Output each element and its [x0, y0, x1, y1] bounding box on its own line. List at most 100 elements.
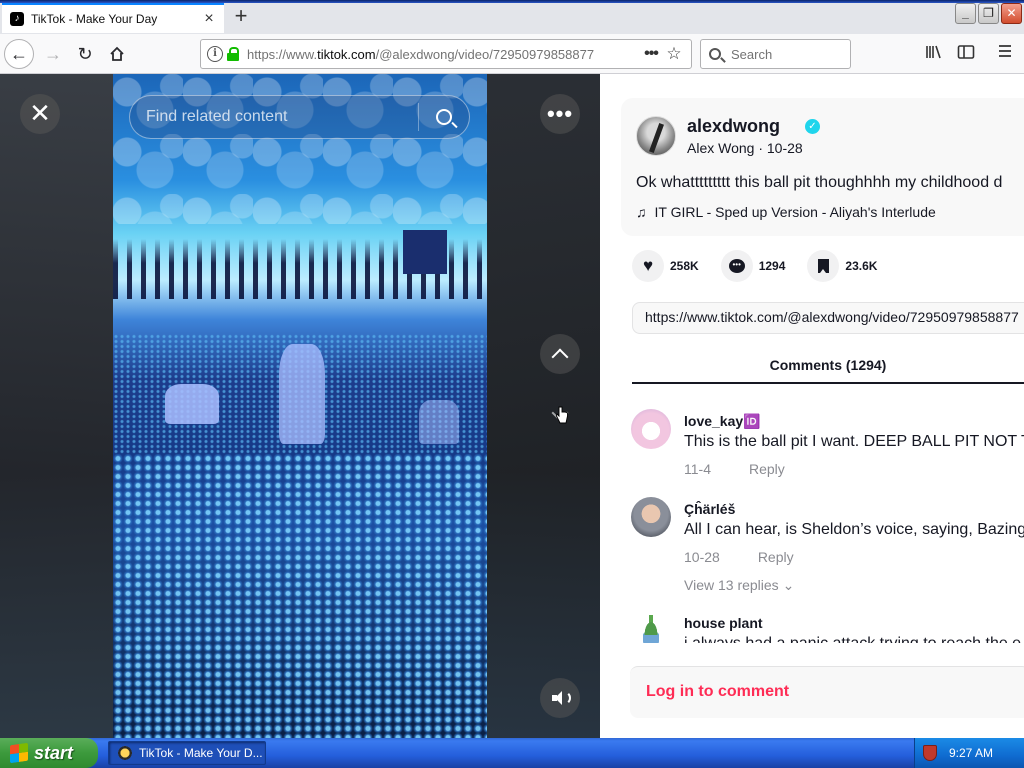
video-pane: ✕ Find related content ••• [0, 74, 600, 738]
comment-list: love_kay🆔 This is the ball pit I want. D… [600, 385, 1024, 643]
comment-text: i always had a panic attack trying to re… [684, 635, 1021, 643]
like-action[interactable]: ♥ 258K [632, 250, 699, 282]
arrow-right-icon: → [44, 43, 62, 64]
bookmark-star-icon[interactable]: ☆ [663, 44, 685, 64]
action-bar: ♥ 258K ••• 1294 23.6K [632, 250, 899, 282]
find-search-button[interactable] [419, 109, 469, 125]
menu-icon[interactable] [995, 44, 1015, 64]
like-count: 258K [670, 259, 699, 273]
search-box[interactable]: Search [700, 39, 851, 69]
comment-meta: 11-4 Reply [684, 461, 785, 477]
browser-navbar: ← → ↻ i https://www.tiktok.com/@alexdwon… [0, 34, 1024, 74]
author-avatar[interactable] [636, 116, 676, 156]
sound-wave-icon [563, 691, 571, 705]
author-username[interactable]: alexdwong [687, 116, 780, 137]
verified-badge-icon: ✓ [805, 119, 820, 134]
comment-button[interactable]: ••• [720, 250, 753, 282]
commenter-name[interactable]: love_kay🆔 [684, 413, 761, 430]
author-nickname-date: Alex Wong · 10-28 [687, 140, 803, 156]
bookmark-icon [817, 259, 829, 273]
back-button[interactable]: ← [4, 39, 34, 69]
reply-button[interactable]: Reply [749, 461, 785, 477]
copy-link-field[interactable]: https://www.tiktok.com/@alexdwong/video/… [632, 302, 1024, 334]
save-button[interactable] [807, 250, 840, 282]
page-actions-icon[interactable]: ••• [639, 45, 663, 63]
save-action[interactable]: 23.6K [807, 250, 877, 282]
volume-button[interactable] [540, 678, 580, 718]
close-video-button[interactable]: ✕ [20, 94, 60, 134]
commenter-name[interactable]: Çĥärléš [684, 501, 735, 517]
video-person [279, 344, 325, 444]
comment-bubble-icon: ••• [728, 259, 745, 273]
library-icon[interactable] [924, 44, 944, 64]
hand-cursor-icon [556, 406, 568, 424]
address-bar[interactable]: i https://www.tiktok.com/@alexdwong/vide… [200, 39, 692, 69]
reply-button[interactable]: Reply [758, 549, 794, 565]
music-link[interactable]: ♫ IT GIRL - Sped up Version - Aliyah's In… [636, 204, 936, 220]
comments-tabs: Comments (1294) [632, 342, 1024, 384]
more-options-button[interactable]: ••• [540, 94, 580, 134]
comment-action[interactable]: ••• 1294 [720, 250, 786, 282]
comment-count: 1294 [758, 259, 786, 273]
arrow-left-icon: ← [10, 43, 28, 64]
reload-icon: ↻ [77, 43, 93, 64]
url-text[interactable]: https://www.tiktok.com/@alexdwong/video/… [247, 47, 639, 62]
home-button[interactable] [102, 39, 132, 69]
comment-text: All I can hear, is Sheldon’s voice, sayi… [684, 521, 1024, 538]
tab-comments[interactable]: Comments (1294) [632, 342, 1024, 384]
comment-meta: 10-28 Reply [684, 549, 794, 565]
taskbar-firefox-item[interactable]: TikTok - Make Your D... [108, 741, 266, 765]
post-info-card: alexdwong ✓ Alex Wong · 10-28 Ok whatttt… [621, 98, 1024, 236]
video-person [165, 384, 219, 424]
commenter-avatar[interactable] [631, 409, 671, 449]
video-player[interactable] [113, 74, 487, 738]
start-label: start [34, 742, 74, 763]
like-button[interactable]: ♥ [632, 250, 664, 282]
commenter-name[interactable]: house plant [684, 615, 763, 631]
video-person [419, 400, 459, 444]
find-related-search[interactable]: Find related content [129, 95, 470, 139]
forward-button[interactable]: → [38, 39, 68, 69]
site-info-icon[interactable]: i [207, 46, 223, 62]
window-controls: _ ❐ ✕ [955, 3, 1022, 24]
url-path: /@alexdwong/video/72950979858877 [375, 46, 595, 62]
tab-close-icon[interactable]: × [200, 10, 218, 28]
commenter-avatar[interactable] [631, 497, 671, 537]
post-description: Ok whattttttttt this ball pit thoughhhh … [636, 174, 1003, 191]
windows-taskbar: start TikTok - Make Your D... 9:27 AM [0, 738, 1024, 768]
video-blur-left [0, 74, 113, 738]
login-to-comment-bar: Log in to comment [630, 666, 1024, 718]
system-tray: 9:27 AM [914, 738, 1024, 768]
close-window-button[interactable]: ✕ [1001, 3, 1022, 24]
home-icon [110, 46, 124, 61]
tab-title: TikTok - Make Your Day [31, 12, 158, 26]
comment-date: 11-4 [684, 461, 711, 477]
sidebar-icon[interactable] [956, 44, 976, 64]
start-button[interactable]: start [0, 738, 98, 768]
url-domain: tiktok.com [317, 46, 376, 62]
minimize-button[interactable]: _ [955, 3, 976, 24]
restore-button[interactable]: ❐ [978, 3, 999, 24]
login-to-comment-button[interactable]: Log in to comment [646, 683, 789, 701]
comment-date: 10-28 [684, 549, 720, 565]
url-host: https://www. [247, 46, 318, 62]
save-count: 23.6K [845, 259, 878, 273]
music-title: IT GIRL - Sped up Version - Aliyah's Int… [654, 204, 936, 220]
lock-icon [227, 47, 239, 61]
reload-button[interactable]: ↻ [70, 39, 100, 69]
previous-video-button[interactable] [540, 334, 580, 374]
search-icon [436, 109, 452, 125]
new-tab-button[interactable]: + [228, 5, 254, 29]
chevron-up-icon [551, 348, 569, 366]
browser-tab-tiktok[interactable]: ♪ TikTok - Make Your Day × [2, 3, 224, 33]
video-ball-pit [113, 454, 487, 738]
search-icon [709, 48, 721, 60]
taskbar-item-title: TikTok - Make Your D... [139, 746, 263, 760]
music-note-icon: ♫ [636, 204, 647, 220]
comment-text: This is the ball pit I want. DEEP BALL P… [684, 433, 1024, 450]
commenter-avatar[interactable] [631, 611, 671, 643]
find-related-input[interactable]: Find related content [146, 108, 418, 126]
view-replies-button[interactable]: View 13 replies ⌄ [684, 577, 794, 594]
security-shield-icon[interactable] [923, 745, 937, 761]
clock: 9:27 AM [949, 746, 994, 760]
